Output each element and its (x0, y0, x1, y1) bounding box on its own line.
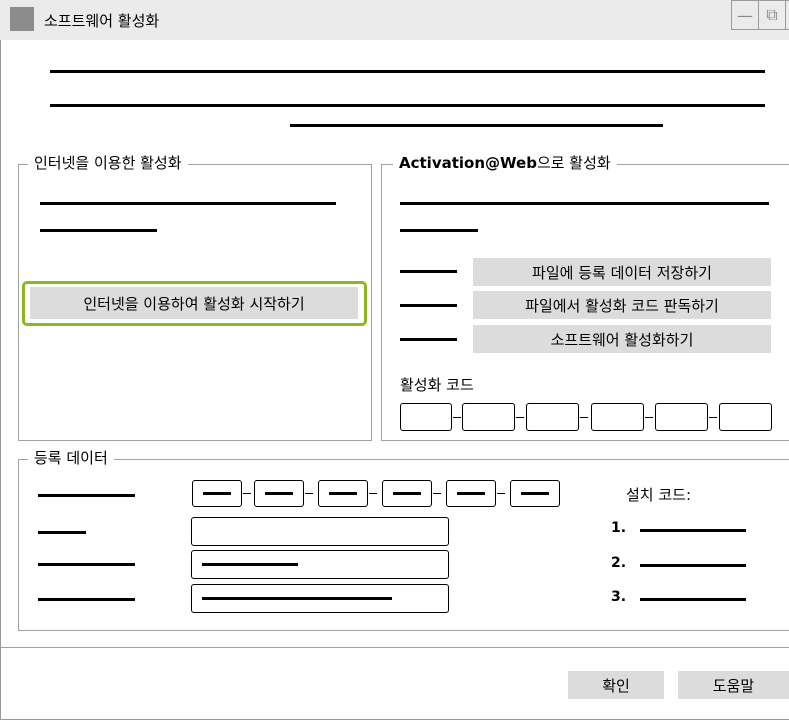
redacted-text-line (38, 563, 135, 566)
redacted-text-line (400, 338, 457, 341)
restore-button[interactable]: ⧉ (758, 0, 786, 30)
redacted-text-line (50, 70, 765, 73)
close-button[interactable]: ✕ (785, 0, 789, 30)
internet-activation-legend: 인터넷을 이용한 활성화 (28, 154, 188, 172)
ok-button[interactable]: 확인 (568, 671, 664, 699)
separator-dash (645, 417, 653, 418)
serial-field-2 (254, 480, 304, 507)
redacted-text-line (400, 202, 769, 205)
activation-code-field-2[interactable] (462, 403, 515, 431)
install-code-value-1 (640, 529, 746, 532)
window-title: 소프트웨어 활성화 (44, 12, 160, 30)
redacted-text-line (38, 598, 135, 601)
registration-field-2 (191, 550, 449, 579)
separator-dash (516, 417, 524, 418)
redacted-text-line (50, 104, 765, 107)
install-code-value-3 (640, 598, 746, 601)
separator-dash (243, 493, 251, 494)
redacted-text-line (40, 229, 157, 232)
separator-dash (709, 417, 717, 418)
registration-field-3 (191, 584, 449, 613)
activation-code-field-4[interactable] (591, 403, 644, 431)
install-code-number-3: 3. (611, 589, 627, 605)
install-code-label: 설치 코드: (626, 486, 692, 504)
install-code-value-2 (640, 564, 746, 567)
redacted-text-line (40, 202, 336, 205)
separator-dash (580, 417, 588, 418)
serial-field-5 (446, 480, 496, 507)
redacted-text-line (400, 229, 478, 232)
redacted-text-line (38, 531, 86, 534)
footer-divider (0, 647, 789, 648)
redacted-text-line (290, 124, 663, 127)
help-button[interactable]: 도움말 (678, 671, 789, 699)
separator-dash (305, 493, 313, 494)
redacted-text-line (400, 270, 457, 273)
activation-code-field-6[interactable] (719, 403, 772, 431)
web-activation-legend: Activation@Web으로 활성화 (393, 154, 617, 172)
read-activation-code-button[interactable]: 파일에서 활성화 코드 판독하기 (473, 291, 771, 319)
minimize-button[interactable]: — (731, 0, 759, 30)
separator-dash (369, 493, 377, 494)
redacted-text-line (400, 304, 457, 307)
activation-code-field-5[interactable] (655, 403, 708, 431)
save-registration-file-button[interactable]: 파일에 등록 데이터 저장하기 (473, 258, 771, 286)
activation-code-field-3[interactable] (526, 403, 579, 431)
activation-code-label: 활성화 코드 (400, 376, 474, 394)
start-internet-activation-button[interactable]: 인터넷을 이용하여 활성화 시작하기 (30, 287, 358, 319)
separator-dash (433, 493, 441, 494)
serial-field-1 (192, 480, 242, 507)
web-legend-rest: 으로 활성화 (536, 154, 611, 172)
serial-field-3 (318, 480, 368, 507)
registration-field-1 (191, 517, 449, 546)
serial-field-4 (382, 480, 432, 507)
activate-software-button[interactable]: 소프트웨어 활성화하기 (473, 325, 771, 353)
install-code-number-1: 1. (611, 520, 627, 536)
separator-dash (453, 417, 461, 418)
separator-dash (497, 493, 505, 494)
minimize-icon: — (737, 5, 753, 25)
install-code-number-2: 2. (611, 555, 627, 571)
serial-field-6 (510, 480, 560, 507)
activation-code-field-1[interactable] (400, 403, 452, 431)
web-legend-bold: Activation@Web (399, 154, 537, 172)
app-icon (10, 7, 34, 31)
registration-data-legend: 등록 데이터 (28, 449, 114, 467)
redacted-text-line (38, 494, 135, 497)
restore-icon: ⧉ (766, 5, 778, 24)
title-bar: 소프트웨어 활성화 — ⧉ ✕ (0, 0, 789, 40)
